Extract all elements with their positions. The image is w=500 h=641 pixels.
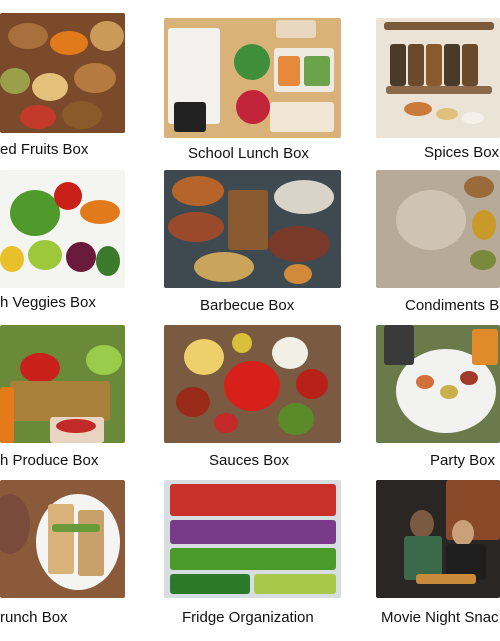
tile-caption: School Lunch Box	[188, 145, 309, 162]
tile-fresh-veggies[interactable]: h Veggies Box	[0, 165, 125, 315]
fresh-veggies-image	[0, 170, 125, 288]
tile-barbecue[interactable]: Barbecue Box	[164, 165, 341, 315]
tile-fridge-organization[interactable]: Fridge Organization	[164, 475, 341, 641]
condiments-image	[376, 170, 500, 288]
tile-caption: Fridge Organization	[182, 609, 314, 626]
sauces-image	[164, 325, 341, 443]
tile-caption: Sauces Box	[209, 452, 290, 469]
barbecue-image	[164, 170, 341, 288]
tile-caption: Movie Night Snac	[381, 609, 499, 626]
tile-dried-fruits[interactable]: ed Fruits Box	[0, 0, 125, 165]
dried-fruits-image	[0, 13, 125, 133]
tile-caption: h Produce Box	[0, 452, 99, 469]
party-image	[376, 325, 500, 443]
tile-caption: Condiments B	[405, 297, 500, 314]
fridge-organization-image	[164, 480, 341, 598]
school-lunch-image	[164, 18, 341, 138]
tile-condiments[interactable]: Condiments B	[376, 165, 500, 315]
tile-school-lunch[interactable]: School Lunch Box	[164, 0, 341, 165]
tile-caption: Barbecue Box	[200, 297, 295, 314]
tile-fresh-produce[interactable]: h Produce Box	[0, 315, 125, 475]
spices-image	[376, 18, 500, 138]
movie-night-image	[376, 480, 500, 598]
tile-sauces[interactable]: Sauces Box	[164, 315, 341, 475]
tile-caption: Spices Box	[424, 144, 500, 161]
tile-caption: h Veggies Box	[0, 294, 96, 311]
tile-caption: runch Box	[0, 609, 68, 626]
tile-caption: ed Fruits Box	[0, 141, 89, 158]
tile-party[interactable]: Party Box	[376, 315, 500, 475]
tile-caption: Party Box	[430, 452, 496, 469]
tile-movie-night[interactable]: Movie Night Snac	[376, 475, 500, 641]
brunch-image	[0, 480, 125, 598]
fresh-produce-image	[0, 325, 125, 443]
tile-brunch[interactable]: runch Box	[0, 475, 125, 641]
tile-spices[interactable]: Spices Box	[376, 0, 500, 165]
